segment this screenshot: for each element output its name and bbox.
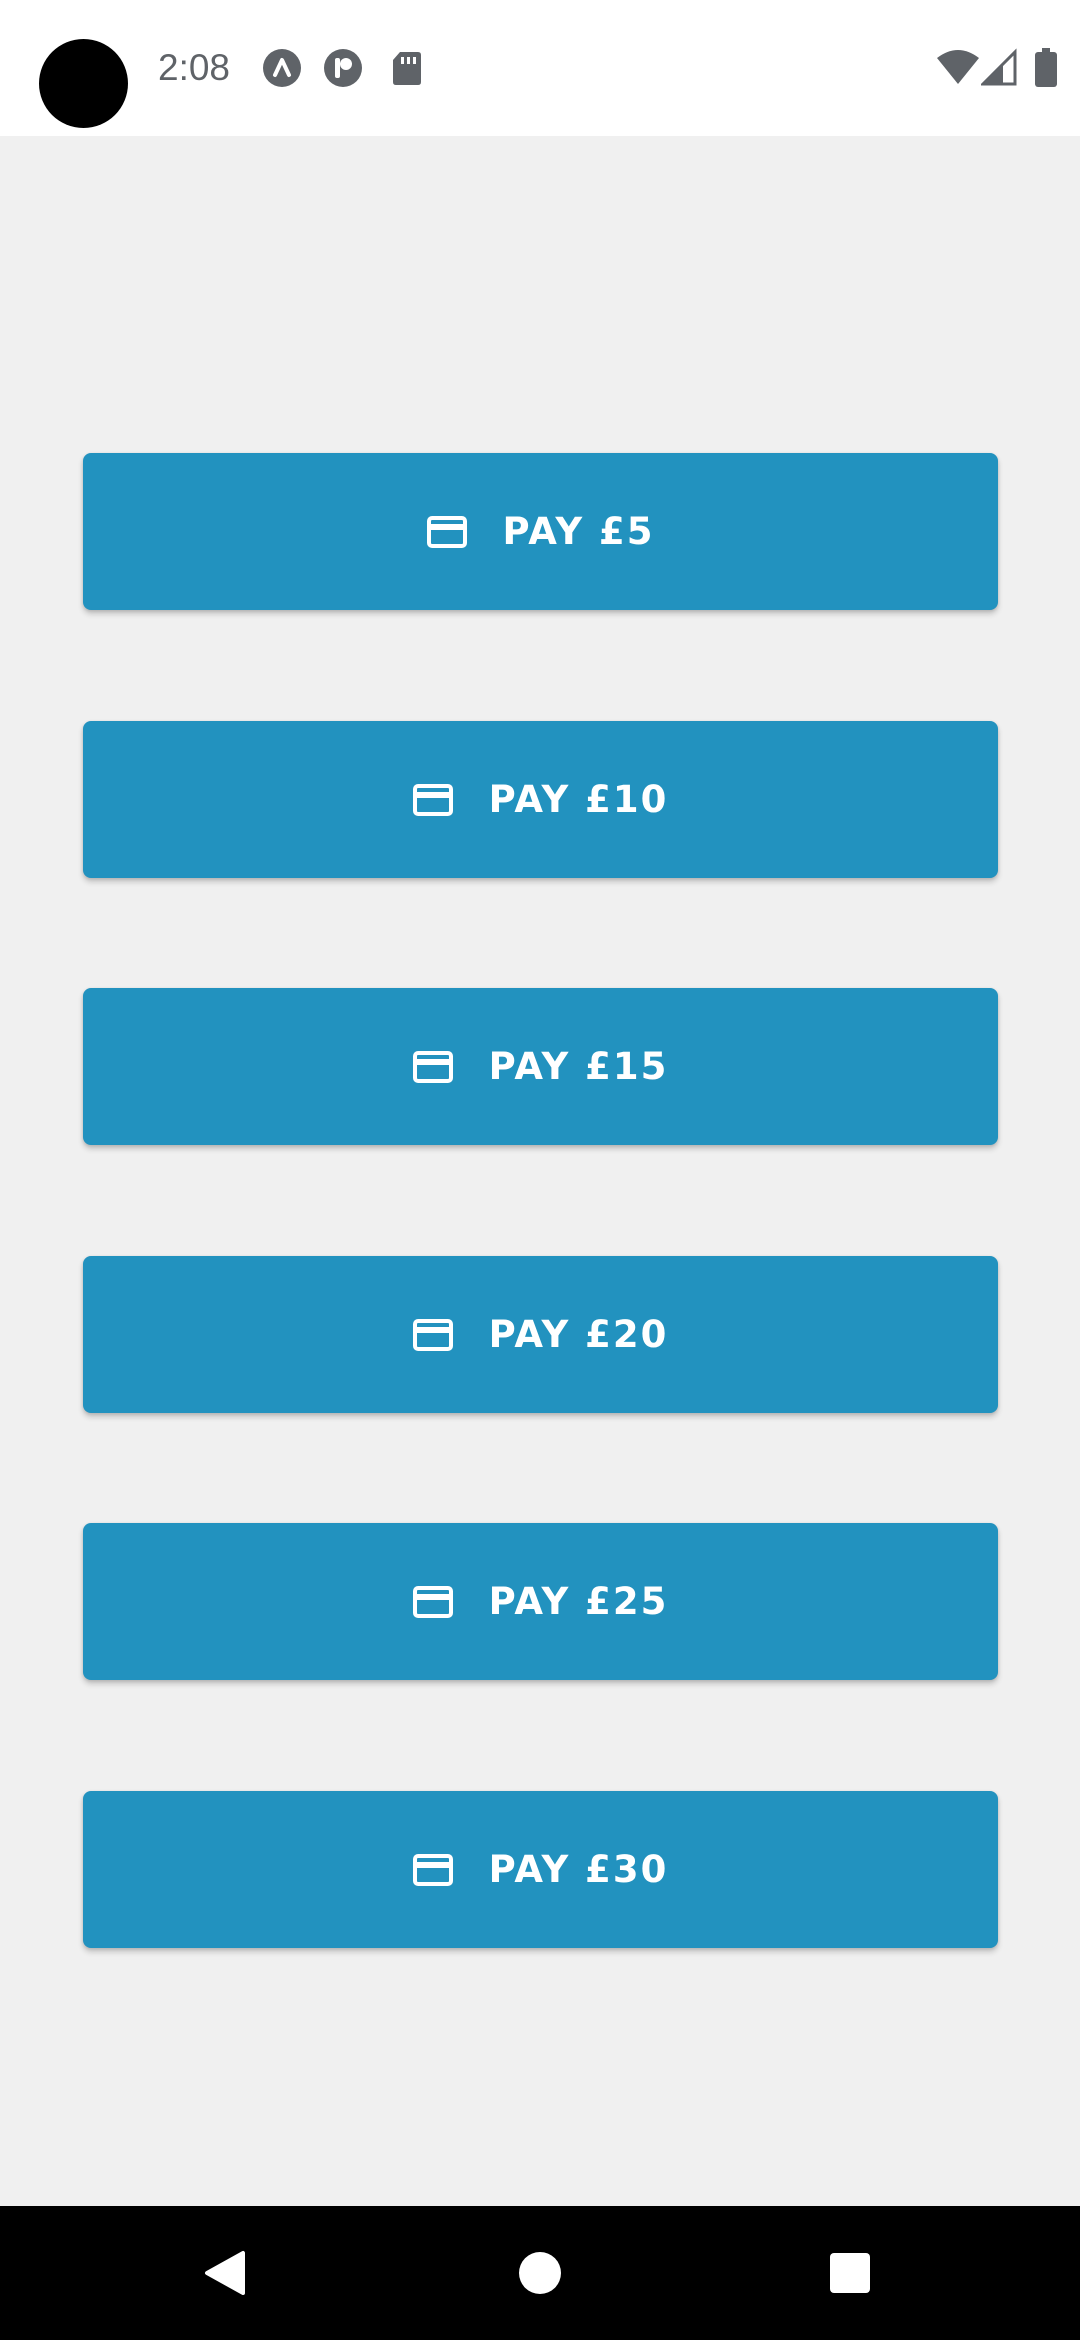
credit-card-icon [412, 1318, 453, 1351]
credit-card-icon [412, 783, 453, 816]
pay-30-button[interactable]: PAY £30 [83, 1791, 998, 1948]
back-icon [205, 2251, 245, 2295]
pay-button-label: PAY £25 [488, 1580, 669, 1623]
home-button[interactable] [460, 2206, 620, 2340]
credit-card-icon [412, 1050, 453, 1083]
status-bar: 2:08 [0, 0, 1080, 136]
pay-button-label: PAY £5 [502, 510, 655, 553]
recents-button[interactable] [770, 2206, 930, 2340]
status-time: 2:08 [158, 47, 231, 88]
pay-25-button[interactable]: PAY £25 [83, 1523, 998, 1680]
pay-10-button[interactable]: PAY £10 [83, 721, 998, 878]
android-auto-icon [263, 49, 301, 87]
navigation-bar [0, 2206, 1080, 2340]
pay-button-label: PAY £20 [488, 1313, 669, 1356]
cellular-signal-icon [981, 48, 1017, 86]
credit-card-icon [412, 1853, 453, 1886]
pay-20-button[interactable]: PAY £20 [83, 1256, 998, 1413]
recents-icon [830, 2253, 870, 2293]
wifi-icon [937, 50, 979, 84]
pay-5-button[interactable]: PAY £5 [83, 453, 998, 610]
pay-15-button[interactable]: PAY £15 [83, 988, 998, 1145]
pay-button-label: PAY £15 [488, 1045, 669, 1088]
pay-button-label: PAY £30 [488, 1848, 669, 1891]
back-button[interactable] [145, 2206, 305, 2340]
camera-cutout [39, 39, 128, 128]
sd-card-icon [393, 52, 421, 85]
pay-button-label: PAY £10 [488, 778, 669, 821]
battery-icon [1035, 48, 1057, 87]
credit-card-icon [426, 515, 467, 548]
pinterest-like-icon [324, 49, 362, 87]
home-icon [519, 2252, 561, 2294]
credit-card-icon [412, 1585, 453, 1618]
